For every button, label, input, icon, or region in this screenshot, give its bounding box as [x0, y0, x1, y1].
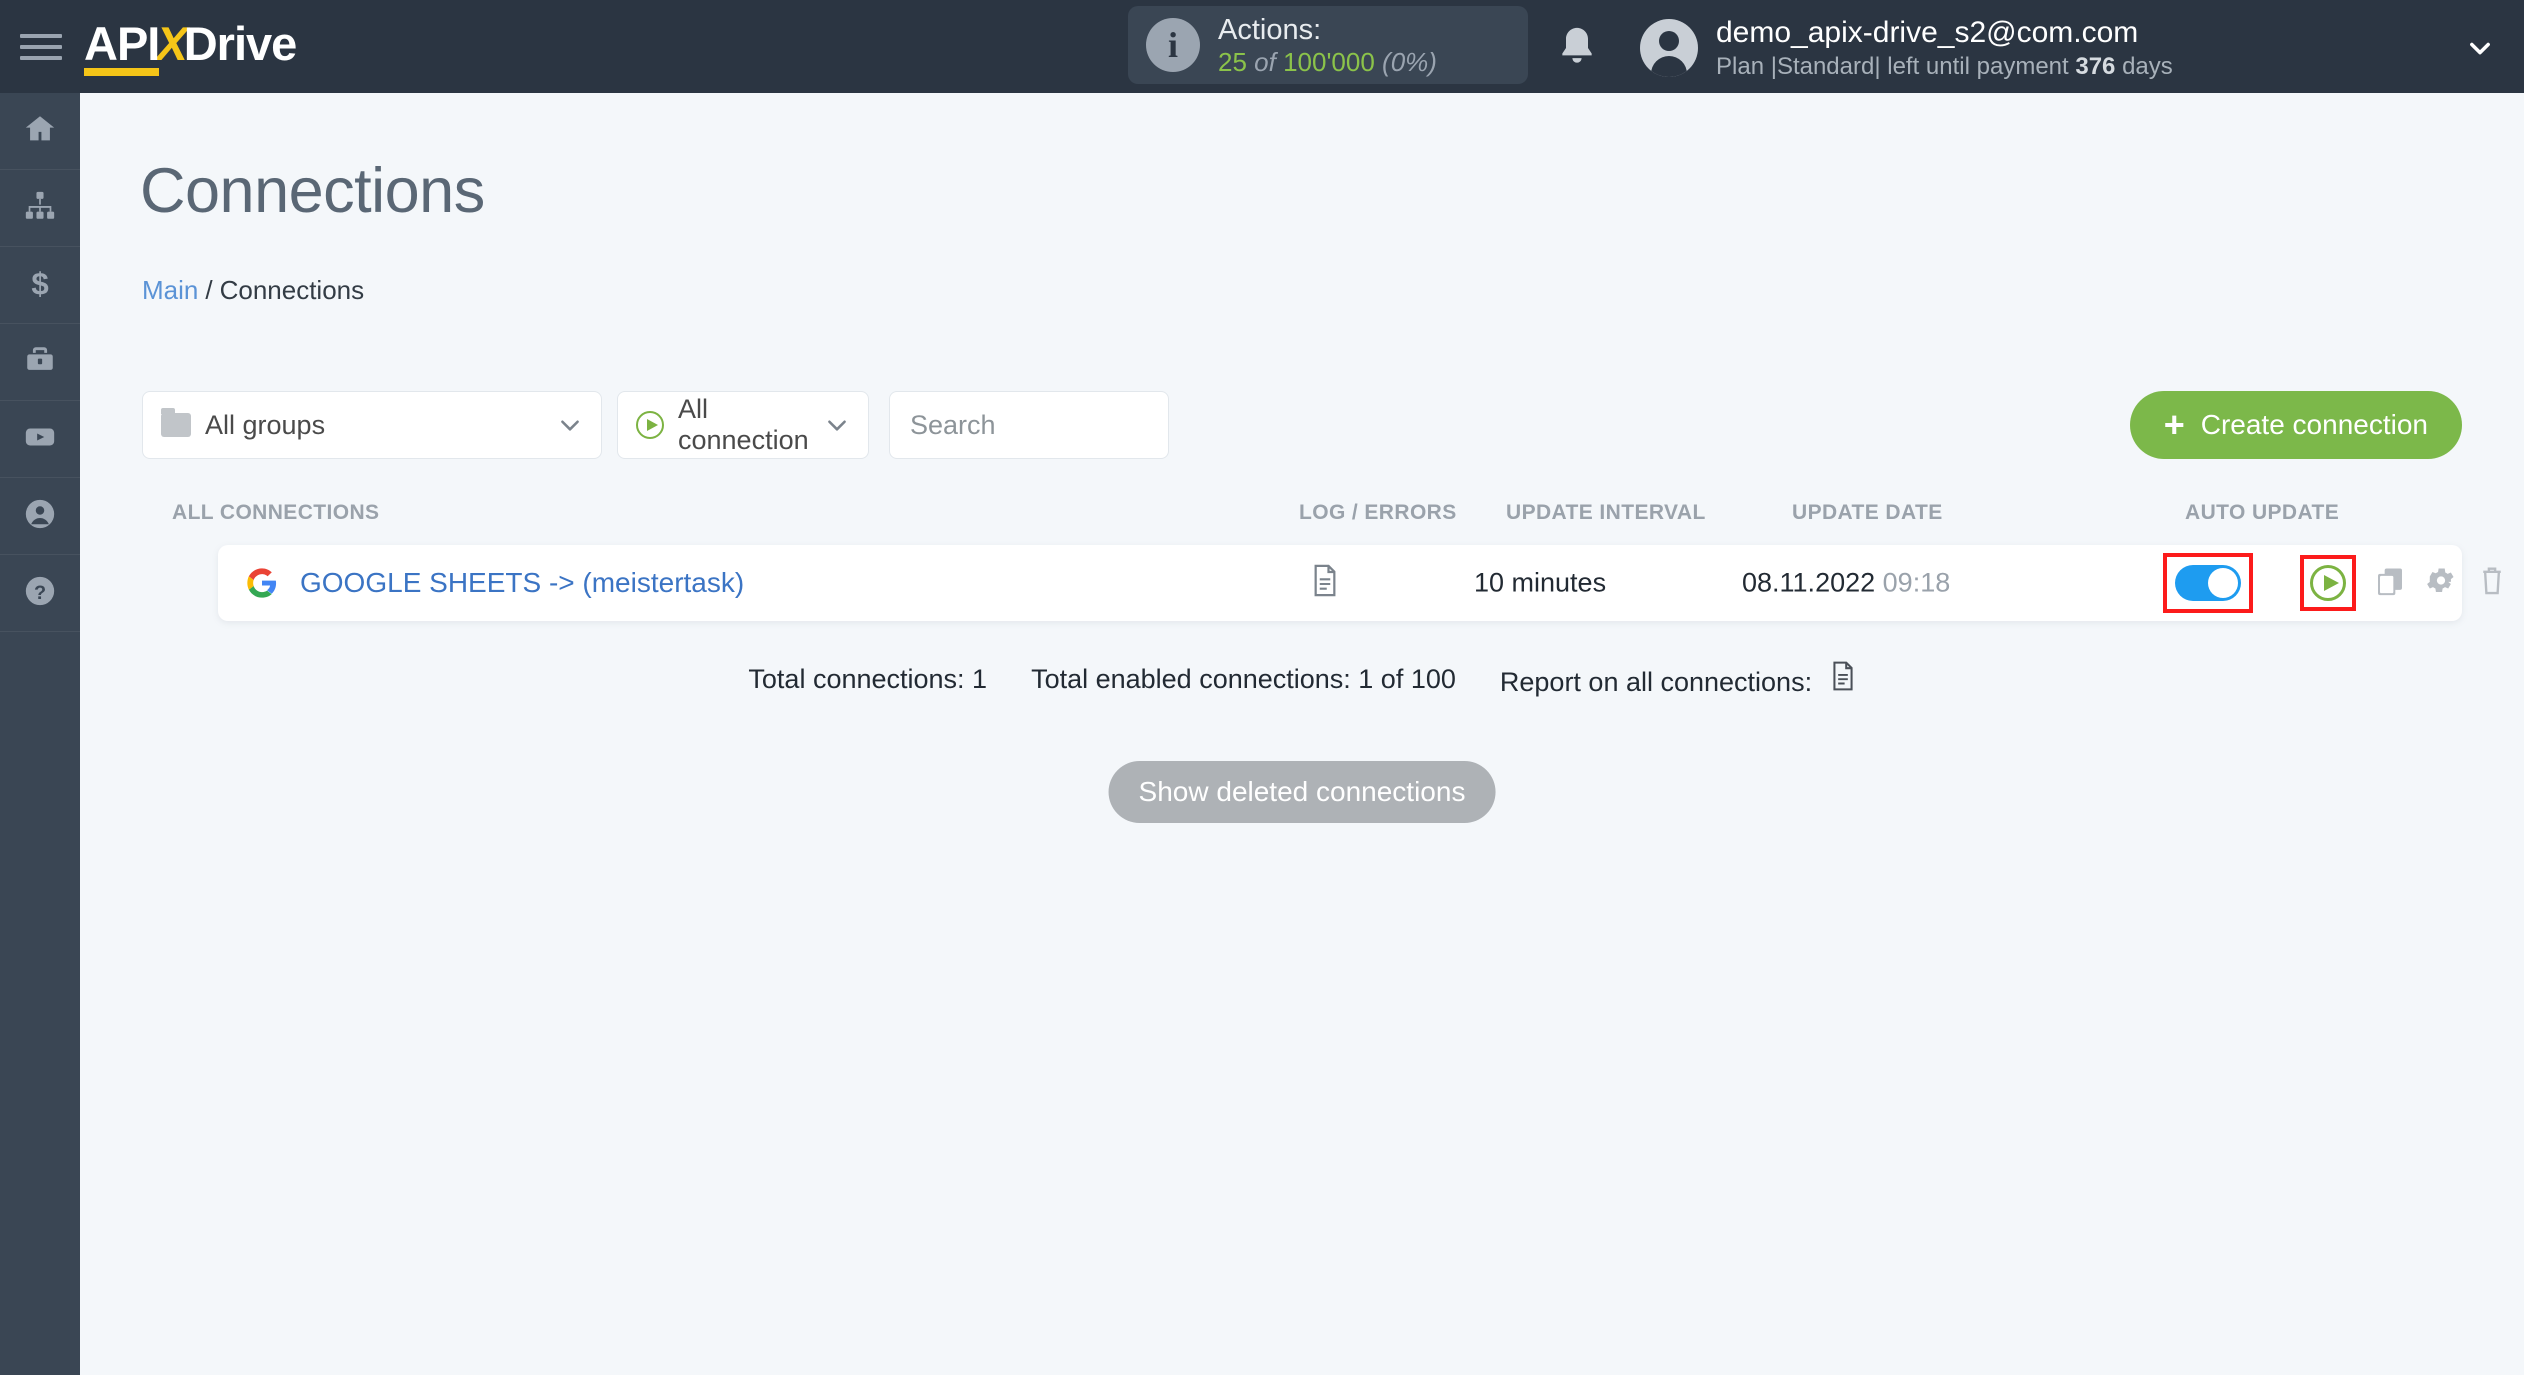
breadcrumb-main[interactable]: Main — [142, 275, 198, 305]
breadcrumb: Main / Connections — [142, 275, 364, 306]
hamburger-bar — [20, 55, 62, 60]
question-circle-icon: ? — [23, 574, 57, 613]
sidebar-item-video[interactable] — [0, 401, 80, 478]
logo-part-api: API — [84, 17, 160, 76]
account-info: demo_apix-drive_s2@com.com Plan |Standar… — [1716, 14, 2173, 82]
actions-used: 25 — [1218, 46, 1247, 77]
update-date: 08.11.2022 — [1742, 567, 1876, 598]
logo-part-x: X — [156, 17, 187, 70]
connection-link[interactable]: GOOGLE SHEETS -> (meistertask) — [246, 567, 744, 599]
auto-update-toggle-highlight — [2163, 553, 2253, 613]
top-bar: API X Drive i Actions: 25 of 100'000 (0%) … — [0, 0, 2524, 93]
run-icon[interactable] — [2310, 565, 2346, 601]
account-email: demo_apix-drive_s2@com.com — [1716, 16, 2139, 49]
filter-bar: All groups All connection + Create conne… — [142, 391, 2462, 459]
gear-icon[interactable] — [2425, 565, 2457, 602]
actions-quota-text: Actions: 25 of 100'000 (0%) — [1218, 13, 1437, 78]
column-header-log: LOG / ERRORS — [1299, 501, 1457, 524]
account-menu[interactable]: demo_apix-drive_s2@com.com Plan |Standar… — [1640, 14, 2173, 82]
sidebar-item-billing[interactable]: $ — [0, 247, 80, 324]
report-label: Report on all connections: — [1499, 667, 1813, 697]
log-document-icon[interactable] — [1311, 564, 1339, 602]
folder-icon — [161, 408, 191, 437]
svg-text:?: ? — [34, 581, 46, 603]
connection-filter-select[interactable]: All connection — [617, 391, 869, 459]
notifications-bell-icon[interactable] — [1555, 24, 1599, 72]
sidebar-item-home[interactable] — [0, 93, 80, 170]
show-deleted-label: Show deleted connections — [1138, 776, 1466, 807]
svg-text:$: $ — [31, 266, 48, 300]
account-plan: Plan |Standard| left until payment 376 d… — [1716, 52, 2173, 82]
table-header-row: ALL CONNECTIONS LOG / ERRORS UPDATE INTE… — [142, 501, 2462, 531]
main-content: Connections Main / Connections All groups … — [80, 93, 2524, 1375]
hamburger-icon[interactable] — [20, 31, 62, 63]
sitemap-icon — [23, 189, 57, 228]
hamburger-bar — [20, 44, 62, 49]
column-header-interval: UPDATE INTERVAL — [1506, 501, 1706, 524]
chevron-down-icon — [824, 412, 850, 438]
sidebar-item-help[interactable]: ? — [0, 555, 80, 632]
plus-icon: + — [2163, 404, 2185, 445]
footer-stats: Total connections: 1 Total enabled conne… — [80, 661, 2524, 698]
search-input[interactable] — [889, 391, 1169, 459]
account-plan-prefix: Plan |Standard| left until payment — [1716, 52, 2069, 80]
actions-percent: (0%) — [1382, 46, 1437, 77]
total-connections-label: Total connections: 1 — [748, 664, 988, 694]
chevron-down-icon — [557, 412, 583, 438]
home-icon — [23, 112, 57, 151]
actions-value: 25 of 100'000 (0%) — [1218, 47, 1437, 78]
briefcase-icon — [23, 343, 57, 382]
column-header-name: ALL CONNECTIONS — [172, 501, 380, 524]
youtube-icon — [23, 420, 57, 459]
table-row: GOOGLE SHEETS -> (meistertask) 10 minute… — [218, 545, 2501, 621]
update-date-value: 08.11.2022 09:18 — [1742, 568, 1950, 599]
trash-icon[interactable] — [2477, 564, 2507, 602]
hamburger-bar — [20, 33, 62, 38]
actions-total: 100'000 — [1283, 46, 1375, 77]
sidebar-item-business[interactable] — [0, 324, 80, 401]
account-days-suffix: days — [2122, 52, 2173, 80]
group-filter-select[interactable]: All groups — [142, 391, 602, 459]
chevron-down-icon[interactable] — [2466, 34, 2494, 62]
logo-part-drive: Drive — [183, 17, 298, 70]
page-title: Connections — [140, 156, 485, 226]
actions-label: Actions: — [1218, 13, 1322, 46]
report-document-icon[interactable] — [1830, 661, 1856, 691]
copy-icon[interactable] — [2374, 565, 2406, 602]
sidebar-item-account[interactable] — [0, 478, 80, 555]
create-connection-button[interactable]: + Create connection — [2129, 391, 2462, 459]
app-logo[interactable]: API X Drive — [84, 17, 298, 76]
breadcrumb-separator: / — [205, 275, 213, 305]
column-header-date: UPDATE DATE — [1792, 501, 1943, 524]
run-now-highlight — [2300, 555, 2356, 611]
connection-filter-value: All connection — [678, 394, 809, 455]
sidebar-item-connections[interactable] — [0, 170, 80, 247]
avatar — [1640, 18, 1698, 77]
create-connection-label: Create connection — [2200, 409, 2428, 440]
info-icon: i — [1146, 18, 1200, 72]
dollar-icon: $ — [23, 266, 57, 305]
report-all-connections: Report on all connections: — [1500, 661, 1856, 698]
actions-of: of — [1254, 46, 1276, 77]
show-deleted-connections-button[interactable]: Show deleted connections — [1108, 761, 1496, 823]
breadcrumb-current: Connections — [219, 275, 365, 305]
actions-quota-panel[interactable]: i Actions: 25 of 100'000 (0%) — [1128, 6, 1528, 84]
sidebar: $ ? — [0, 93, 80, 1375]
update-interval-value: 10 minutes — [1474, 567, 1607, 598]
user-circle-icon — [23, 497, 57, 536]
total-enabled-label: Total enabled connections: 1 of 100 — [1031, 664, 1456, 694]
account-days-value: 376 — [2075, 52, 2116, 80]
connection-name: GOOGLE SHEETS -> (meistertask) — [300, 567, 745, 598]
column-header-auto-update: AUTO UPDATE — [2185, 501, 2340, 524]
play-circle-icon — [636, 411, 664, 439]
group-filter-value: All groups — [205, 409, 326, 440]
google-icon — [246, 567, 278, 599]
auto-update-toggle[interactable] — [2175, 565, 2241, 601]
update-time: 09:18 — [1882, 567, 1951, 598]
